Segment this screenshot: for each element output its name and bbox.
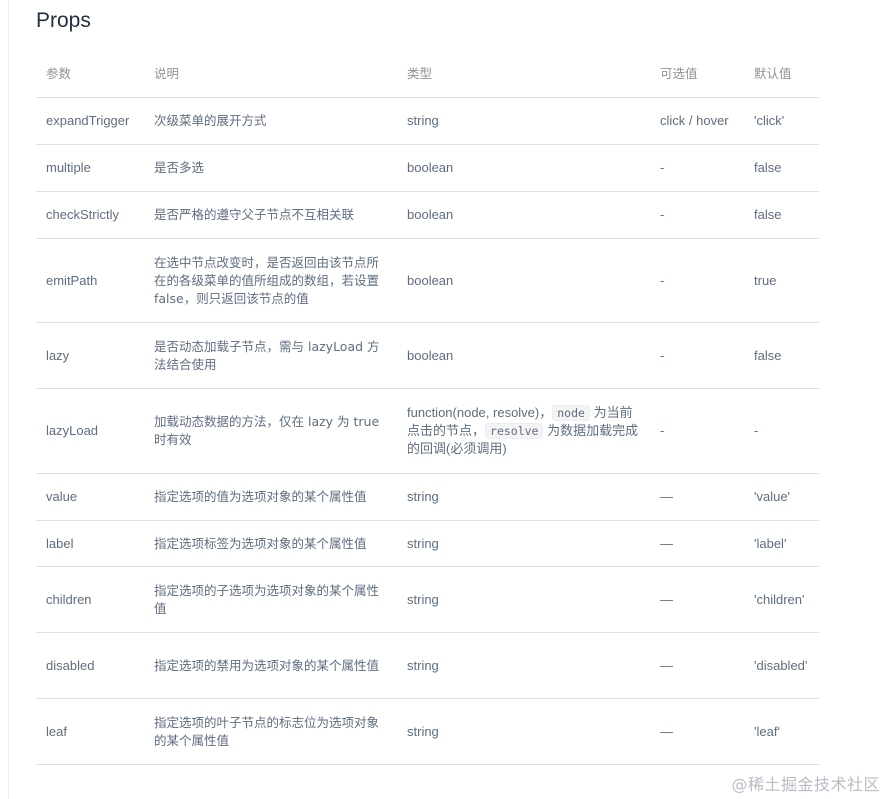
cell-default: false <box>744 191 819 239</box>
cell-options: - <box>650 238 744 323</box>
cell-type: boolean <box>397 238 650 323</box>
cell-options: — <box>650 520 744 567</box>
page-title: Props <box>36 9 91 32</box>
table-row: children 指定选项的子选项为选项对象的某个属性值 string — 'c… <box>36 566 819 633</box>
cell-options: — <box>650 473 744 521</box>
inline-code-node: node <box>552 405 590 421</box>
cell-options: — <box>650 698 744 765</box>
inline-code-resolve: resolve <box>485 423 544 439</box>
cell-description: 指定选项的叶子节点的标志位为选项对象的某个属性值 <box>144 698 397 765</box>
cell-default: 'disabled' <box>744 632 819 699</box>
cell-default: true <box>744 238 819 323</box>
cell-type: boolean <box>397 191 650 239</box>
cell-param: lazyLoad <box>36 388 144 474</box>
table-row: value 指定选项的值为选项对象的某个属性值 string — 'value' <box>36 473 819 521</box>
table-row: emitPath 在选中节点改变时，是否返回由该节点所在的各级菜单的值所组成的数… <box>36 238 819 323</box>
cell-param: lazy <box>36 322 144 389</box>
cell-param: emitPath <box>36 238 144 323</box>
cell-default: 'click' <box>744 97 819 145</box>
cell-options: - <box>650 322 744 389</box>
cell-options: click / hover <box>650 97 744 145</box>
cell-description: 是否严格的遵守父子节点不互相关联 <box>144 191 397 239</box>
cell-param: label <box>36 520 144 567</box>
cell-default: 'leaf' <box>744 698 819 765</box>
cell-default: 'children' <box>744 566 819 633</box>
header-default: 默认值 <box>744 50 819 98</box>
cell-description: 在选中节点改变时，是否返回由该节点所在的各级菜单的值所组成的数组，若设置 fal… <box>144 238 397 323</box>
cell-description: 指定选项的禁用为选项对象的某个属性值 <box>144 632 397 699</box>
table-row: label 指定选项标签为选项对象的某个属性值 string — 'label' <box>36 520 819 567</box>
cell-default: - <box>744 388 819 474</box>
table-row: checkStrictly 是否严格的遵守父子节点不互相关联 boolean -… <box>36 191 819 239</box>
props-table: 参数 说明 类型 可选值 默认值 expandTrigger 次级菜单的展开方式… <box>36 50 819 765</box>
cell-param: children <box>36 566 144 633</box>
cell-type: function(node, resolve)， node 为当前点击的节点， re… <box>397 388 650 474</box>
cell-param: checkStrictly <box>36 191 144 239</box>
table-row: lazy 是否动态加载子节点，需与 lazyLoad 方法结合使用 boolea… <box>36 322 819 389</box>
cell-default: 'label' <box>744 520 819 567</box>
cell-default: false <box>744 322 819 389</box>
cell-param: disabled <box>36 632 144 699</box>
cell-type: string <box>397 97 650 145</box>
cell-type: boolean <box>397 322 650 389</box>
cell-default: false <box>744 144 819 192</box>
header-options: 可选值 <box>650 50 744 98</box>
cell-type: string <box>397 698 650 765</box>
cell-type: string <box>397 566 650 633</box>
cell-type: string <box>397 520 650 567</box>
cell-options: — <box>650 566 744 633</box>
watermark: @稀土掘金技术社区 <box>731 775 880 794</box>
left-border-rule <box>8 0 9 799</box>
cell-param: multiple <box>36 144 144 192</box>
cell-options: - <box>650 388 744 474</box>
cell-description: 指定选项的子选项为选项对象的某个属性值 <box>144 566 397 633</box>
cell-default: 'value' <box>744 473 819 521</box>
cell-options: - <box>650 144 744 192</box>
cell-description: 指定选项的值为选项对象的某个属性值 <box>144 473 397 521</box>
cell-description: 次级菜单的展开方式 <box>144 97 397 145</box>
header-description: 说明 <box>144 50 397 98</box>
cell-options: — <box>650 632 744 699</box>
cell-description: 是否多选 <box>144 144 397 192</box>
header-param: 参数 <box>36 50 144 98</box>
header-type: 类型 <box>397 50 650 98</box>
cell-description: 指定选项标签为选项对象的某个属性值 <box>144 520 397 567</box>
cell-param: value <box>36 473 144 521</box>
cell-type: string <box>397 632 650 699</box>
type-text-pre: function(node, resolve)， <box>407 405 553 420</box>
cell-type: boolean <box>397 144 650 192</box>
cell-options: - <box>650 191 744 239</box>
table-row: disabled 指定选项的禁用为选项对象的某个属性值 string — 'di… <box>36 632 819 699</box>
table-row: lazyLoad 加载动态数据的方法，仅在 lazy 为 true 时有效 fu… <box>36 388 819 474</box>
table-row: expandTrigger 次级菜单的展开方式 string click / h… <box>36 97 819 145</box>
cell-description: 是否动态加载子节点，需与 lazyLoad 方法结合使用 <box>144 322 397 389</box>
cell-param: expandTrigger <box>36 97 144 145</box>
cell-param: leaf <box>36 698 144 765</box>
table-row: leaf 指定选项的叶子节点的标志位为选项对象的某个属性值 string — '… <box>36 698 819 765</box>
cell-description: 加载动态数据的方法，仅在 lazy 为 true 时有效 <box>144 388 397 474</box>
table-row: multiple 是否多选 boolean - false <box>36 144 819 192</box>
cell-type: string <box>397 473 650 521</box>
table-header-row: 参数 说明 类型 可选值 默认值 <box>36 50 819 98</box>
